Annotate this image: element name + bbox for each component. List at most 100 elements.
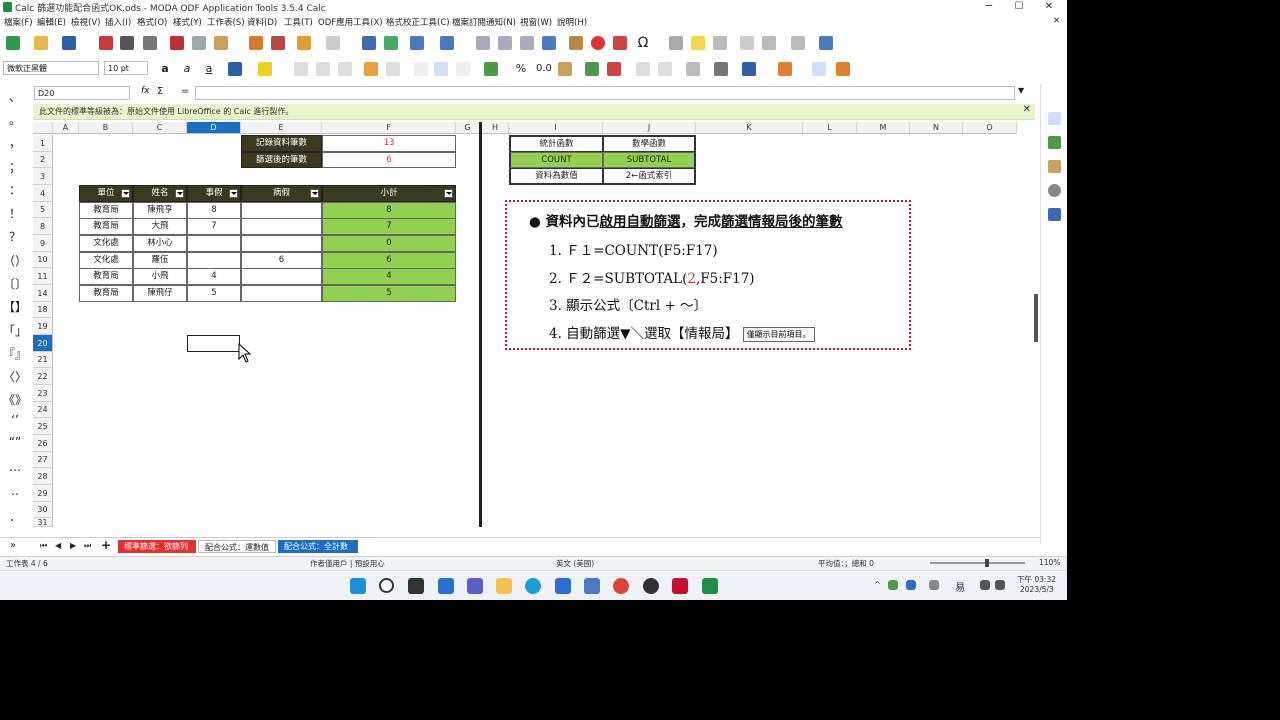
- redo-icon[interactable]: [326, 36, 340, 50]
- cell-personal-leave[interactable]: 4: [187, 268, 241, 285]
- calc-taskbar-icon[interactable]: [702, 578, 718, 594]
- table-header-sick-leave[interactable]: 病假: [241, 185, 322, 202]
- expand-symbols-icon[interactable]: »: [10, 540, 16, 551]
- corner-cell[interactable]: [33, 122, 53, 134]
- styles-deck-icon[interactable]: [1048, 136, 1061, 149]
- clone-formatting-icon[interactable]: [249, 36, 263, 50]
- cell-unit[interactable]: 教育局: [79, 202, 133, 219]
- menu-sheet[interactable]: 工作表(S): [207, 16, 245, 28]
- menu-insert[interactable]: 插入(I): [105, 16, 131, 28]
- symbol-button[interactable]: 『』: [0, 345, 30, 362]
- sort-ascending-icon[interactable]: [498, 36, 512, 50]
- cell-sick-leave[interactable]: 6: [241, 252, 322, 269]
- symbol-button[interactable]: 【】: [0, 298, 30, 315]
- add-sheet-button[interactable]: +: [101, 538, 111, 552]
- undo-icon[interactable]: [297, 36, 311, 50]
- function-wizard-icon[interactable]: fx: [141, 86, 150, 96]
- menu-edit[interactable]: 編輯(E): [37, 16, 66, 28]
- autofilter-dropdown-icon[interactable]: [121, 189, 130, 198]
- formula-input[interactable]: [195, 86, 1015, 100]
- chart-icon[interactable]: [591, 36, 605, 50]
- menu-format-correct[interactable]: 格式校正工具(C): [386, 16, 450, 28]
- row-header[interactable]: 5: [33, 202, 53, 218]
- italic-icon[interactable]: a: [180, 62, 194, 76]
- clear-formatting-icon[interactable]: [271, 36, 285, 50]
- summary-value-total[interactable]: 13: [322, 135, 456, 152]
- date-format-icon[interactable]: [558, 62, 572, 76]
- increase-indent-icon[interactable]: [636, 62, 650, 76]
- column-header[interactable]: G: [456, 122, 480, 134]
- edge-icon[interactable]: [525, 578, 541, 594]
- sheet-tab-count-all[interactable]: 配合公式：全計數: [278, 540, 358, 553]
- autofilter-dropdown-icon[interactable]: [444, 189, 453, 198]
- column-header[interactable]: B: [79, 122, 133, 134]
- symbol-button[interactable]: （）: [0, 252, 30, 269]
- ref-numeric-note[interactable]: 資料為數值: [509, 168, 603, 185]
- sum-icon[interactable]: Σ: [157, 86, 163, 97]
- autofilter-dropdown-icon[interactable]: [229, 189, 238, 198]
- symbol-button[interactable]: 《》: [0, 391, 30, 408]
- cell-subtotal[interactable]: 8: [322, 202, 456, 219]
- close-button[interactable]: ✕: [1034, 0, 1064, 14]
- status-zoom[interactable]: 110%: [1039, 558, 1060, 567]
- active-cell-cursor[interactable]: [187, 335, 240, 352]
- row-header[interactable]: 25: [33, 418, 53, 435]
- ref-subtotal[interactable]: SUBTOTAL: [603, 152, 696, 168]
- font-size-combo[interactable]: 10 pt: [104, 61, 148, 75]
- cell-personal-leave[interactable]: 5: [187, 285, 241, 302]
- cell-sick-leave[interactable]: [241, 218, 322, 235]
- cell-subtotal[interactable]: 4: [322, 268, 456, 285]
- row-header[interactable]: 2: [33, 152, 53, 168]
- autofilter-icon[interactable]: [542, 36, 556, 50]
- column-header[interactable]: K: [696, 122, 803, 134]
- symbol-button[interactable]: “”: [0, 435, 30, 449]
- cell-name[interactable]: 大飛: [133, 218, 187, 235]
- align-center-icon[interactable]: [316, 62, 330, 76]
- properties-icon[interactable]: [1048, 112, 1061, 125]
- save-icon[interactable]: [62, 36, 76, 50]
- row-header[interactable]: 30: [33, 502, 53, 518]
- row-header[interactable]: 3: [33, 168, 53, 185]
- store-icon[interactable]: [555, 578, 571, 594]
- align-bottom-icon[interactable]: [456, 62, 470, 76]
- highlight-color-icon[interactable]: [258, 62, 272, 76]
- currency-format-icon[interactable]: [484, 62, 498, 76]
- bold-icon[interactable]: a: [158, 62, 172, 76]
- row-icon[interactable]: [410, 36, 424, 50]
- print-preview-icon[interactable]: [143, 36, 157, 50]
- row-header[interactable]: 23: [33, 385, 53, 402]
- row-header[interactable]: 8: [33, 218, 53, 235]
- maximize-button[interactable]: ☐: [1004, 0, 1034, 14]
- border-style-icon[interactable]: [714, 62, 728, 76]
- cell-subtotal[interactable]: 7: [322, 218, 456, 235]
- font-color-icon[interactable]: [228, 62, 242, 76]
- symbol-button[interactable]: 「」: [0, 322, 30, 339]
- sheet-tab-active[interactable]: 配合公式：運數值: [198, 540, 276, 553]
- prev-sheet-button[interactable]: ◀: [55, 541, 61, 550]
- cell-sick-leave[interactable]: [241, 235, 322, 252]
- menu-subscribe[interactable]: 檔案訂閱通知(N): [452, 16, 516, 28]
- ref-header-math[interactable]: 數學函數: [603, 135, 696, 152]
- symbol-button[interactable]: ．: [0, 508, 30, 525]
- cell-unit[interactable]: 文化處: [79, 252, 133, 269]
- cell-subtotal[interactable]: 0: [322, 235, 456, 252]
- symbol-button[interactable]: ：: [0, 181, 30, 198]
- symbol-button[interactable]: ‥: [0, 484, 30, 498]
- summary-value-filtered[interactable]: 6: [322, 152, 456, 168]
- cell-subtotal[interactable]: 5: [322, 285, 456, 302]
- symbol-button[interactable]: 。: [0, 111, 30, 128]
- menu-odf-tools[interactable]: ODF應用工具(X): [318, 16, 383, 28]
- table-header-subtotal[interactable]: 小計: [322, 185, 456, 202]
- volume-icon[interactable]: [995, 580, 1005, 590]
- sort-icon[interactable]: [476, 36, 490, 50]
- hyperlink-icon[interactable]: [669, 36, 683, 50]
- first-sheet-button[interactable]: ⏮: [40, 541, 47, 551]
- menu-window[interactable]: 視窗(W): [520, 16, 552, 28]
- align-right-icon[interactable]: [338, 62, 352, 76]
- cell-name[interactable]: 林小心: [133, 235, 187, 252]
- show-draw-functions-icon[interactable]: [819, 36, 833, 50]
- column-header[interactable]: E: [241, 122, 322, 134]
- sidebar-icon[interactable]: [836, 62, 850, 76]
- cell-name[interactable]: 陳飛仔: [133, 285, 187, 302]
- zoom-slider[interactable]: [930, 562, 1025, 564]
